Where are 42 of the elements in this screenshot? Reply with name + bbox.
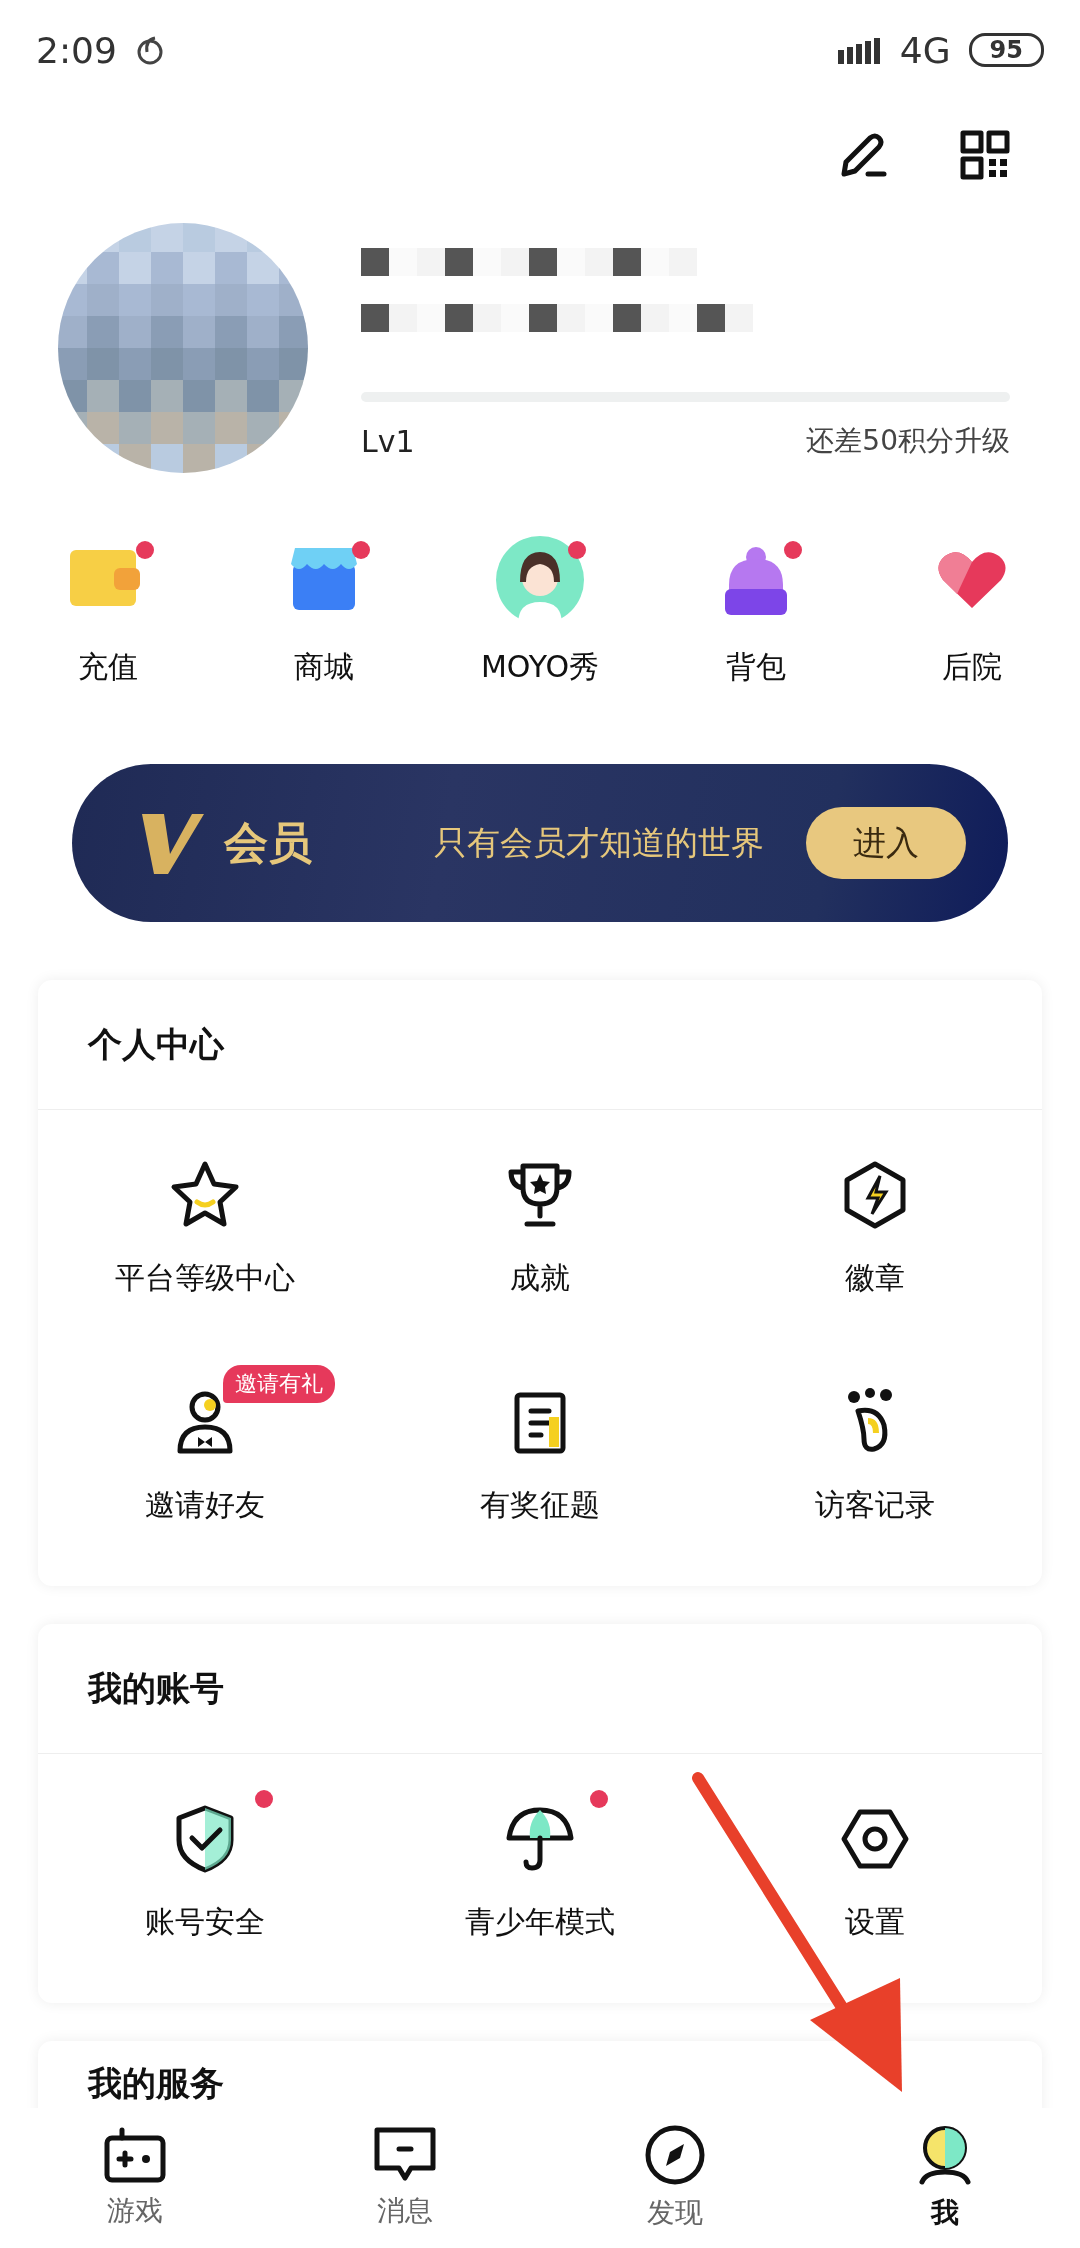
- avatar-icon: [496, 536, 584, 624]
- shop-icon: [291, 548, 357, 612]
- menu-item-label[interactable]: 访客记录: [814, 1485, 935, 1526]
- menu-item-label[interactable]: 有奖征题: [480, 1485, 600, 1526]
- message-icon: [374, 2126, 436, 2184]
- compass-icon: [644, 2124, 706, 2186]
- section-title: 我的账号: [88, 1666, 224, 1710]
- vip-banner[interactable]: 会员 只有会员才知道的世界 进入: [72, 764, 1008, 922]
- qr-code-icon[interactable]: [960, 130, 1010, 180]
- section-title: 我的服务: [88, 2062, 224, 2105]
- nav-tab[interactable]: 发现: [540, 2108, 810, 2248]
- upgrade-hint: 还差50积分升级: [806, 423, 1010, 459]
- status-time: 2:09: [36, 29, 117, 71]
- menu-item-label[interactable]: 青少年模式: [465, 1902, 615, 1943]
- menu-item-label[interactable]: 平台等级中心: [115, 1258, 296, 1299]
- menu-item-label[interactable]: 设置: [844, 1902, 905, 1943]
- backpack-icon: [723, 545, 789, 615]
- shortcut-label[interactable]: 后院: [942, 647, 1002, 688]
- vip-title: 会员: [224, 815, 312, 870]
- section-title: 个人中心: [88, 1022, 224, 1066]
- signal-icon: [837, 36, 882, 64]
- vip-v-icon: [142, 812, 204, 874]
- vip-slogan: 只有会员才知道的世界: [434, 821, 764, 864]
- heart-icon: [937, 550, 1007, 610]
- star-icon: [170, 1160, 241, 1230]
- nav-tab[interactable]: 我: [810, 2108, 1080, 2248]
- gamepad-icon: [104, 2126, 166, 2184]
- level-label: Lv1: [361, 423, 415, 459]
- menu-item-label[interactable]: 徽章: [844, 1258, 905, 1299]
- menu-item-label[interactable]: 邀请好友: [145, 1485, 266, 1526]
- shortcut-label[interactable]: 商城: [294, 647, 354, 688]
- nav-tab[interactable]: 游戏: [0, 2108, 270, 2248]
- shortcut-label[interactable]: 充值: [78, 647, 138, 688]
- promo-tag: 邀请有礼: [223, 1365, 336, 1403]
- shortcut-label[interactable]: MOYO秀: [480, 647, 600, 688]
- menu-item-label[interactable]: 成就: [510, 1258, 570, 1299]
- battery-level: 95: [968, 33, 1044, 67]
- nav-tab[interactable]: 消息: [270, 2108, 540, 2248]
- shortcut-label[interactable]: 背包: [726, 647, 786, 688]
- enter-button[interactable]: 进入: [806, 807, 966, 879]
- menu-item-label[interactable]: 账号安全: [145, 1902, 266, 1943]
- network-type: 4G: [899, 29, 951, 71]
